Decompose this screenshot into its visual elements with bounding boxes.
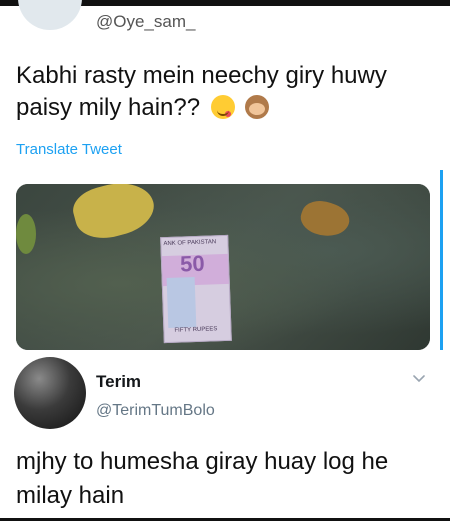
banknote-footer-text: FIFTY RUPEES: [174, 326, 218, 334]
chevron-down-icon[interactable]: [412, 372, 426, 386]
original-handle[interactable]: @Oye_sam_: [96, 12, 195, 32]
banknote-value: 50: [179, 250, 206, 277]
reply-tweet-text: mjhy to humesha giray huay log he milay …: [16, 448, 389, 509]
original-tweet-text: Kabhi rasty mein neechy giry huwy paisy …: [16, 60, 436, 124]
translate-tweet-link[interactable]: Translate Tweet: [16, 141, 122, 158]
reply-avatar[interactable]: [14, 357, 86, 429]
banknote-image: ANK OF PAKISTAN 50 FIFTY RUPEES: [160, 234, 232, 344]
tweet-photo[interactable]: ANK OF PAKISTAN 50 FIFTY RUPEES: [16, 184, 430, 350]
leaf-green: [16, 214, 36, 254]
reply-handle[interactable]: @TerimTumBolo: [96, 402, 215, 420]
banknote-strip: [166, 277, 197, 328]
banknote-header-text: ANK OF PAKISTAN: [163, 239, 217, 248]
see-no-evil-monkey-emoji-icon: [245, 95, 270, 119]
original-avatar[interactable]: [18, 0, 82, 30]
original-tweet-body: Kabhi rasty mein neechy giry huwy paisy …: [16, 62, 387, 121]
reply-display-name[interactable]: Terim: [96, 372, 141, 392]
scroll-indicator[interactable]: [440, 170, 443, 350]
yum-face-emoji-icon: [210, 95, 235, 119]
